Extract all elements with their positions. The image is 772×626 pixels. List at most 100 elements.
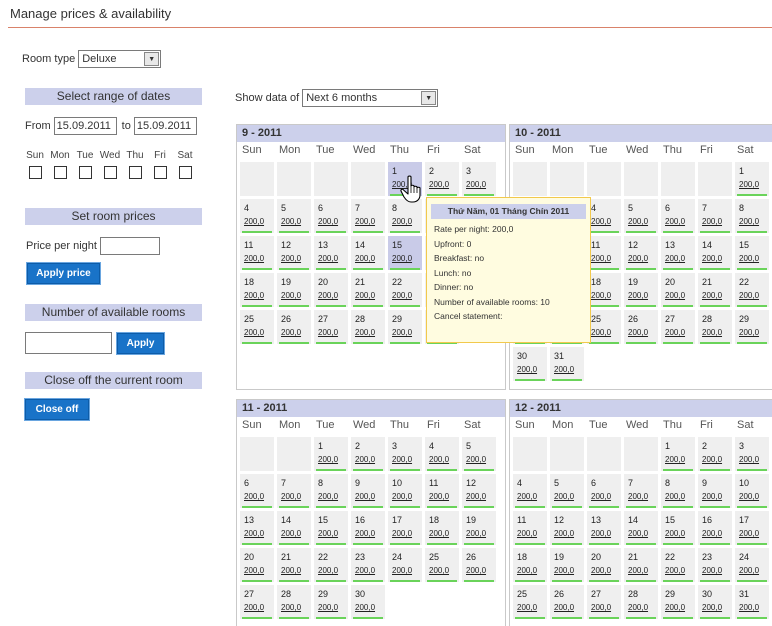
day-price[interactable]: 200,0 xyxy=(628,603,648,612)
day-price[interactable]: 200,0 xyxy=(554,365,574,374)
day-cell[interactable]: 13 200,0 xyxy=(661,236,695,270)
day-price[interactable]: 200,0 xyxy=(554,566,574,575)
day-cell[interactable]: 13 200,0 xyxy=(240,511,274,545)
day-cell[interactable]: 1 200,0 xyxy=(314,437,348,471)
day-cell[interactable]: 17 200,0 xyxy=(388,511,422,545)
apply-rooms-button[interactable]: Apply xyxy=(116,332,165,355)
day-cell[interactable]: 12 200,0 xyxy=(462,474,496,508)
day-cell[interactable]: 14 200,0 xyxy=(624,511,658,545)
day-cell[interactable]: 13 200,0 xyxy=(314,236,348,270)
day-cell[interactable]: 4 200,0 xyxy=(425,437,459,471)
day-price[interactable]: 200,0 xyxy=(628,291,648,300)
weekday-checkbox-tue[interactable] xyxy=(79,166,92,179)
day-price[interactable]: 200,0 xyxy=(466,566,486,575)
day-price[interactable]: 200,0 xyxy=(739,492,759,501)
day-price[interactable]: 200,0 xyxy=(281,566,301,575)
price-per-night-input[interactable] xyxy=(99,237,160,255)
day-price[interactable]: 200,0 xyxy=(318,566,338,575)
day-price[interactable]: 200,0 xyxy=(392,217,412,226)
day-price[interactable]: 200,0 xyxy=(281,492,301,501)
day-cell[interactable]: 4 200,0 xyxy=(513,474,547,508)
day-price[interactable]: 200,0 xyxy=(429,566,449,575)
day-cell[interactable]: 6 200,0 xyxy=(314,199,348,233)
day-cell[interactable]: 14 200,0 xyxy=(351,236,385,270)
day-price[interactable]: 200,0 xyxy=(429,180,449,189)
day-cell[interactable]: 18 200,0 xyxy=(425,511,459,545)
day-price[interactable]: 200,0 xyxy=(628,217,648,226)
day-price[interactable]: 200,0 xyxy=(318,291,338,300)
day-price[interactable]: 200,0 xyxy=(739,566,759,575)
day-price[interactable]: 200,0 xyxy=(739,217,759,226)
day-cell[interactable]: 22 200,0 xyxy=(735,273,769,307)
day-cell[interactable]: 10 200,0 xyxy=(735,474,769,508)
day-cell[interactable]: 27 200,0 xyxy=(314,310,348,344)
day-price[interactable]: 200,0 xyxy=(665,328,685,337)
day-cell[interactable]: 28 200,0 xyxy=(351,310,385,344)
day-cell[interactable]: 8 200,0 xyxy=(314,474,348,508)
day-cell[interactable]: 18 200,0 xyxy=(240,273,274,307)
day-cell[interactable]: 29 200,0 xyxy=(388,310,422,344)
day-price[interactable]: 200,0 xyxy=(591,217,611,226)
day-price[interactable]: 200,0 xyxy=(665,603,685,612)
day-cell[interactable]: 23 200,0 xyxy=(698,548,732,582)
day-cell[interactable]: 11 200,0 xyxy=(240,236,274,270)
day-cell[interactable]: 14 200,0 xyxy=(277,511,311,545)
from-date-input[interactable]: 15.09.2011 xyxy=(53,117,117,135)
weekday-checkbox-sat[interactable] xyxy=(179,166,192,179)
day-cell[interactable]: 28 200,0 xyxy=(624,585,658,619)
day-cell[interactable]: 25 200,0 xyxy=(240,310,274,344)
day-price[interactable]: 200,0 xyxy=(244,492,264,501)
day-price[interactable]: 200,0 xyxy=(392,254,412,263)
day-price[interactable]: 200,0 xyxy=(318,529,338,538)
day-cell[interactable]: 7 200,0 xyxy=(277,474,311,508)
day-price[interactable]: 200,0 xyxy=(281,254,301,263)
day-cell[interactable]: 27 200,0 xyxy=(240,585,274,619)
day-price[interactable]: 200,0 xyxy=(628,529,648,538)
day-price[interactable]: 200,0 xyxy=(355,603,375,612)
day-price[interactable]: 200,0 xyxy=(702,603,722,612)
day-price[interactable]: 200,0 xyxy=(244,254,264,263)
day-cell[interactable]: 3 200,0 xyxy=(388,437,422,471)
day-cell[interactable]: 24 200,0 xyxy=(388,548,422,582)
day-price[interactable]: 200,0 xyxy=(244,603,264,612)
day-cell[interactable]: 29 200,0 xyxy=(661,585,695,619)
day-cell[interactable]: 29 200,0 xyxy=(314,585,348,619)
day-cell[interactable]: 20 200,0 xyxy=(240,548,274,582)
day-price[interactable]: 200,0 xyxy=(244,566,264,575)
day-cell[interactable]: 15 200,0 xyxy=(388,236,422,270)
day-price[interactable]: 200,0 xyxy=(392,566,412,575)
day-price[interactable]: 200,0 xyxy=(355,455,375,464)
weekday-checkbox-thu[interactable] xyxy=(129,166,142,179)
day-price[interactable]: 200,0 xyxy=(702,291,722,300)
day-price[interactable]: 200,0 xyxy=(702,492,722,501)
day-price[interactable]: 200,0 xyxy=(628,328,648,337)
day-price[interactable]: 200,0 xyxy=(466,455,486,464)
day-price[interactable]: 200,0 xyxy=(517,365,537,374)
day-cell[interactable]: 15 200,0 xyxy=(661,511,695,545)
day-cell[interactable]: 30 200,0 xyxy=(513,347,547,381)
day-price[interactable]: 200,0 xyxy=(318,254,338,263)
day-cell[interactable]: 20 200,0 xyxy=(587,548,621,582)
day-price[interactable]: 200,0 xyxy=(554,603,574,612)
day-price[interactable]: 200,0 xyxy=(318,455,338,464)
day-cell[interactable]: 21 200,0 xyxy=(624,548,658,582)
weekday-checkbox-fri[interactable] xyxy=(154,166,167,179)
day-price[interactable]: 200,0 xyxy=(355,328,375,337)
weekday-checkbox-sun[interactable] xyxy=(29,166,42,179)
chevron-down-icon[interactable]: ▼ xyxy=(144,52,160,66)
day-cell[interactable]: 5 200,0 xyxy=(277,199,311,233)
day-price[interactable]: 200,0 xyxy=(665,455,685,464)
day-price[interactable]: 200,0 xyxy=(665,529,685,538)
day-cell[interactable]: 26 200,0 xyxy=(462,548,496,582)
day-price[interactable]: 200,0 xyxy=(665,254,685,263)
day-cell[interactable]: 3 200,0 xyxy=(735,437,769,471)
day-cell[interactable]: 27 200,0 xyxy=(661,310,695,344)
day-price[interactable]: 200,0 xyxy=(591,254,611,263)
day-cell[interactable]: 25 200,0 xyxy=(587,310,621,344)
day-cell[interactable]: 17 200,0 xyxy=(735,511,769,545)
day-cell[interactable]: 15 200,0 xyxy=(314,511,348,545)
day-price[interactable]: 200,0 xyxy=(318,328,338,337)
day-cell[interactable]: 3 200,0 xyxy=(462,162,496,196)
apply-price-button[interactable]: Apply price xyxy=(26,262,101,285)
day-price[interactable]: 200,0 xyxy=(355,291,375,300)
